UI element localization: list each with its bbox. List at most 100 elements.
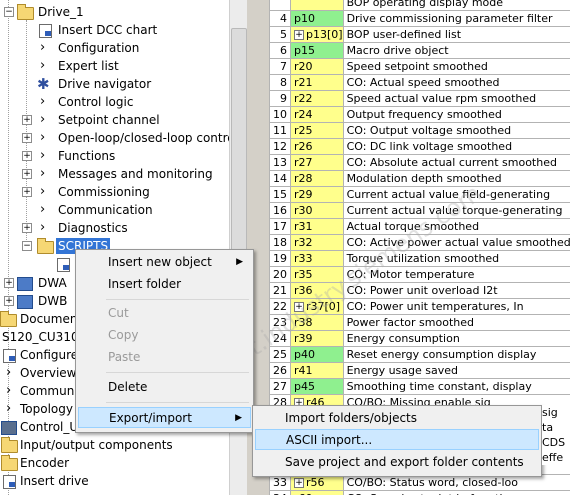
table-row[interactable]: 10 r24 Output frequency smoothed xyxy=(269,106,570,123)
tree-item-insert-dcc-chart[interactable]: Insert DCC chart xyxy=(0,21,229,39)
expand-icon[interactable]: + xyxy=(22,187,32,197)
expand-icon[interactable]: + xyxy=(22,133,32,143)
table-row[interactable]: 24 r39 Energy consumption xyxy=(269,330,570,347)
table-row[interactable]: 16 r30 Current actual value torque-generat… xyxy=(269,202,570,219)
tree-node-drive[interactable]: − Drive_1 xyxy=(0,3,229,21)
parameter-id: p45 xyxy=(294,379,315,393)
expand-icon[interactable]: + xyxy=(22,151,32,161)
table-row[interactable]: 7 r20 Speed setpoint smoothed xyxy=(269,58,570,75)
table-row[interactable]: 19 r33 Torque utilization smoothed xyxy=(269,250,570,267)
table-row[interactable]: 5 + p13[0] BOP user-defined list xyxy=(269,26,570,43)
table-row[interactable]: 17 r31 Actual torque smoothed xyxy=(269,218,570,235)
tree-item-functions[interactable]: + › Functions xyxy=(0,147,229,165)
description-cell: Speed setpoint smoothed xyxy=(342,58,570,75)
tree-item-diagnostics[interactable]: + › Diagnostics xyxy=(0,219,229,237)
table-row[interactable]: 26 r41 Energy usage saved xyxy=(269,362,570,379)
table-row[interactable]: 6 p15 Macro drive object xyxy=(269,42,570,59)
tree-item-configuration[interactable]: › Configuration xyxy=(0,39,229,57)
table-row[interactable]: 34r60 CO: Speed setpoint before the s xyxy=(269,490,570,495)
tree-label: Commissioning xyxy=(58,185,150,199)
menu-item-copy[interactable]: Copy xyxy=(78,325,251,346)
parameter-cell[interactable]: r32 xyxy=(290,234,344,251)
parameter-cell[interactable]: r41 xyxy=(290,362,344,379)
menu-label: Cut xyxy=(108,306,129,320)
table-row[interactable]: 12 r26 CO: DC link voltage smoothed xyxy=(269,138,570,155)
table-row[interactable]: 23 r38 Power factor smoothed xyxy=(269,314,570,331)
table-row[interactable]: 8 r21 CO: Actual speed smoothed xyxy=(269,74,570,91)
tree-item-control-logic[interactable]: › Control logic xyxy=(0,93,229,111)
parameter-cell[interactable]: p10 xyxy=(290,10,344,27)
parameter-cell[interactable]: r29 xyxy=(290,186,344,203)
table-row[interactable]: 18 r32 CO: Active power actual value smoot… xyxy=(269,234,570,251)
parameter-cell[interactable]: r28 xyxy=(290,170,344,187)
parameter-cell[interactable]: + p13[0] xyxy=(290,26,344,43)
table-row[interactable]: 22 + r37[0] CO: Power unit temperatures, In xyxy=(269,298,570,315)
menu-item-import-folders-objects[interactable]: Import folders/objects xyxy=(255,408,539,429)
table-row[interactable]: 9 r22 Speed actual value rpm smoothed xyxy=(269,90,570,107)
scrollbar-thumb[interactable] xyxy=(231,28,247,265)
parameter-cell[interactable]: r20 xyxy=(290,58,344,75)
table-row[interactable]: 21 r36 CO: Power unit overload I2t xyxy=(269,282,570,299)
parameter-cell[interactable]: r38 xyxy=(290,314,344,331)
expand-icon[interactable]: + xyxy=(4,278,14,288)
description-cell: CO: Motor temperature xyxy=(342,266,570,283)
parameter-cell[interactable]: r35 xyxy=(290,266,344,283)
tree-item-script-child[interactable] xyxy=(0,255,80,273)
tree-item-commissioning[interactable]: + › Commissioning xyxy=(0,183,229,201)
parameter-cell[interactable]: r31 xyxy=(290,218,344,235)
table-row[interactable]: 27 p45 Smoothing time constant, display xyxy=(269,378,570,395)
table-row[interactable]: 14 r28 Modulation depth smoothed xyxy=(269,170,570,187)
tree-item-open-closed-loop[interactable]: + › Open-loop/closed-loop control xyxy=(0,129,231,147)
table-row[interactable]: BOP operating display mode xyxy=(269,0,570,11)
expand-icon[interactable]: + xyxy=(22,115,32,125)
tree-item-encoder[interactable]: Encoder xyxy=(0,454,229,472)
tree-item-communication[interactable]: › Communication xyxy=(0,201,229,219)
expand-icon[interactable]: + xyxy=(4,296,14,306)
table-row[interactable]: 13 r27 CO: Absolute actual current smoothe… xyxy=(269,154,570,171)
parameter-cell[interactable]: r27 xyxy=(290,154,344,171)
menu-item-delete[interactable]: Delete xyxy=(78,377,251,398)
table-row[interactable]: 4 p10 Drive commissioning parameter filter xyxy=(269,10,570,27)
row-number-cell: 27 xyxy=(269,378,291,395)
parameter-cell[interactable]: r30 xyxy=(290,202,344,219)
parameter-cell[interactable]: r60 xyxy=(290,490,344,495)
expand-icon[interactable]: + xyxy=(294,477,304,488)
parameter-cell[interactable]: r36 xyxy=(290,282,344,299)
parameter-cell[interactable] xyxy=(290,0,344,11)
tree-item-drive-navigator[interactable]: ✱ Drive navigator xyxy=(0,75,229,93)
chevron-right-icon: › xyxy=(40,202,46,217)
parameter-cell[interactable]: p45 xyxy=(290,378,344,395)
parameter-cell[interactable]: r25 xyxy=(290,122,344,139)
menu-item-ascii-import[interactable]: ASCII import... xyxy=(255,429,539,450)
collapse-icon[interactable]: − xyxy=(4,7,14,17)
parameter-cell[interactable]: r22 xyxy=(290,90,344,107)
menu-item-insert-folder[interactable]: Insert folder xyxy=(78,274,251,295)
parameter-cell[interactable]: r24 xyxy=(290,106,344,123)
table-row[interactable]: 15 r29 Current actual value field-generati… xyxy=(269,186,570,203)
parameter-cell[interactable]: r39 xyxy=(290,330,344,347)
tree-item-expert-list[interactable]: › Expert list xyxy=(0,57,229,75)
parameter-cell[interactable]: r26 xyxy=(290,138,344,155)
menu-item-export-import[interactable]: Export/import ▶ xyxy=(78,407,251,428)
expand-icon[interactable]: + xyxy=(22,169,32,179)
tree-item-io-components[interactable]: Input/output components xyxy=(0,436,229,454)
tree-item-insert-drive[interactable]: Insert drive xyxy=(0,472,229,490)
menu-item-save-project-export[interactable]: Save project and export folder contents xyxy=(255,452,539,473)
parameter-cell[interactable]: + r37[0] xyxy=(290,298,344,315)
tree-item-setpoint-channel[interactable]: + › Setpoint channel xyxy=(0,111,229,129)
menu-item-paste[interactable]: Paste xyxy=(78,347,251,368)
parameter-cell[interactable]: r33 xyxy=(290,250,344,267)
expand-icon[interactable]: + xyxy=(22,223,32,233)
menu-item-insert-new-object[interactable]: Insert new object ▶ xyxy=(78,252,251,273)
expand-icon[interactable]: + xyxy=(294,301,304,312)
table-row[interactable]: 25 p40 Reset energy consumption display xyxy=(269,346,570,363)
collapse-icon[interactable]: − xyxy=(22,241,32,251)
expand-icon[interactable]: + xyxy=(294,29,304,40)
tree-item-messages-monitoring[interactable]: + › Messages and monitoring xyxy=(0,165,229,183)
parameter-cell[interactable]: p40 xyxy=(290,346,344,363)
parameter-cell[interactable]: p15 xyxy=(290,42,344,59)
table-row[interactable]: 20 r35 CO: Motor temperature xyxy=(269,266,570,283)
menu-item-cut[interactable]: Cut xyxy=(78,303,251,324)
parameter-cell[interactable]: r21 xyxy=(290,74,344,91)
table-row[interactable]: 11 r25 CO: Output voltage smoothed xyxy=(269,122,570,139)
